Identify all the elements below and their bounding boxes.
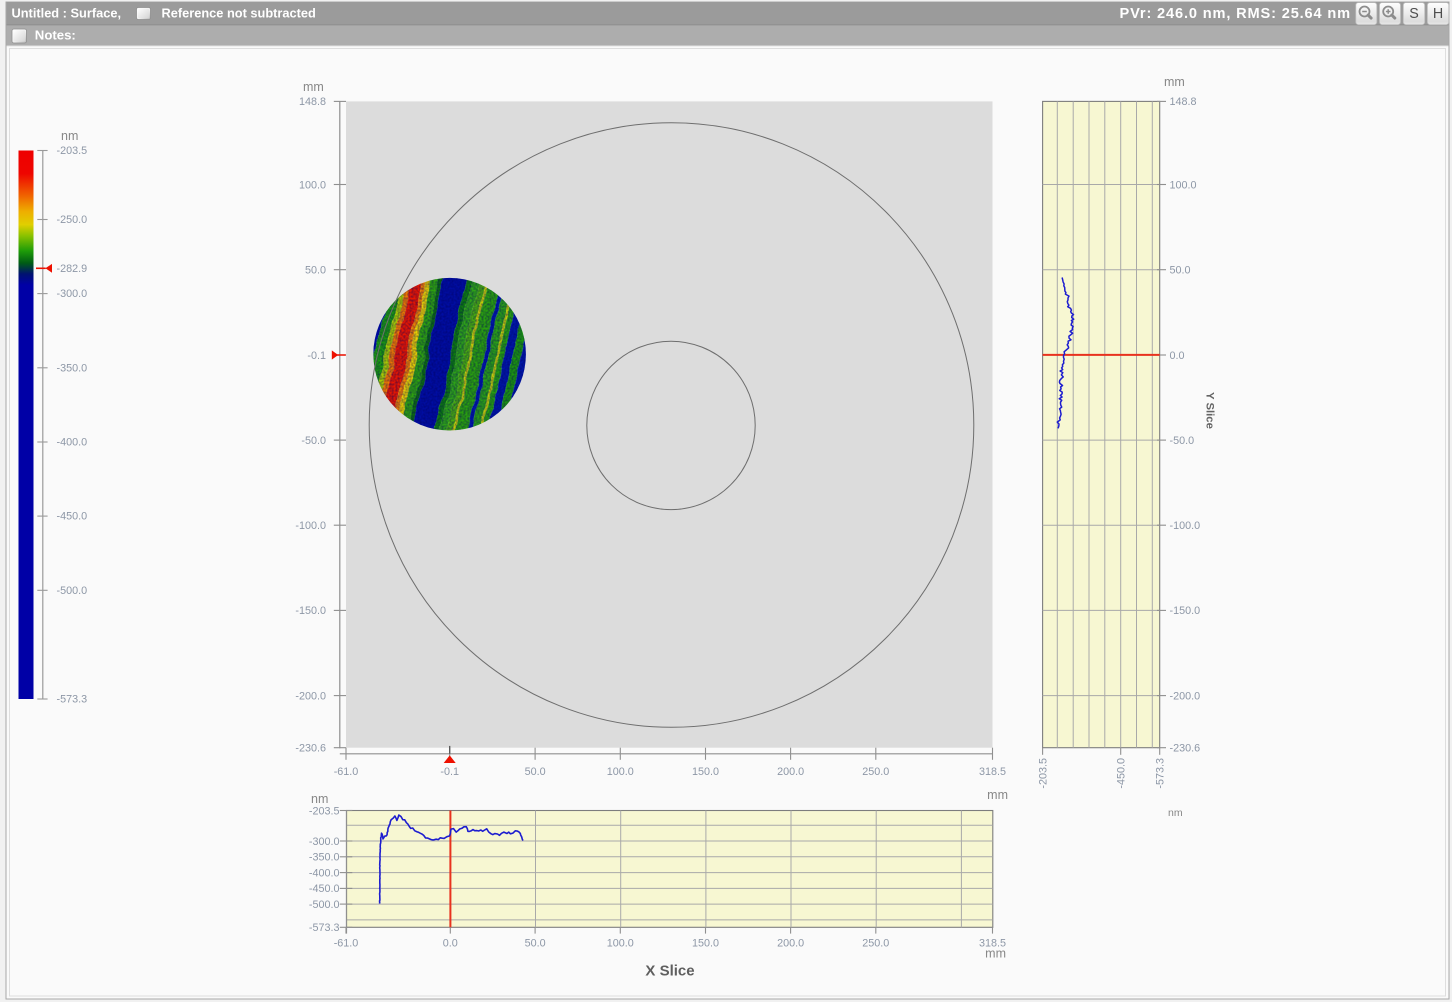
svg-text:-250.0: -250.0 (57, 214, 88, 226)
svg-text:100.0: 100.0 (1170, 179, 1197, 191)
svg-text:-573.3: -573.3 (309, 922, 340, 934)
svg-text:-100.0: -100.0 (295, 520, 326, 532)
svg-text:-0.1: -0.1 (307, 350, 326, 362)
svg-text:150.0: 150.0 (692, 766, 719, 778)
svg-text:S: S (1409, 6, 1419, 22)
svg-text:-61.0: -61.0 (334, 938, 359, 950)
svg-text:50.0: 50.0 (525, 938, 546, 950)
svg-text:0.0: 0.0 (1170, 350, 1185, 362)
svg-text:Notes:: Notes: (35, 27, 76, 42)
svg-text:0.0: 0.0 (443, 938, 458, 950)
svg-text:-150.0: -150.0 (295, 605, 326, 617)
svg-text:X Slice: X Slice (645, 963, 694, 980)
svg-text:-61.0: -61.0 (334, 766, 359, 778)
svg-text:nm: nm (311, 792, 328, 806)
svg-text:Untitled : Surface,: Untitled : Surface, (12, 5, 122, 20)
svg-text:-230.6: -230.6 (1170, 743, 1201, 755)
svg-text:-203.5: -203.5 (57, 145, 88, 157)
svg-text:250.0: 250.0 (862, 938, 889, 950)
svg-text:-300.0: -300.0 (309, 836, 340, 848)
svg-text:-400.0: -400.0 (57, 437, 88, 449)
svg-text:-350.0: -350.0 (309, 852, 340, 864)
svg-text:mm: mm (985, 947, 1006, 961)
svg-text:nm: nm (61, 129, 78, 143)
svg-text:50.0: 50.0 (305, 265, 326, 277)
svg-text:Reference not subtracted: Reference not subtracted (162, 6, 316, 21)
svg-text:-573.3: -573.3 (57, 694, 88, 706)
svg-text:-50.0: -50.0 (1170, 435, 1195, 447)
svg-text:-350.0: -350.0 (57, 362, 88, 374)
svg-text:mm: mm (987, 788, 1008, 802)
svg-text:mm: mm (303, 80, 324, 94)
svg-text:-282.9: -282.9 (57, 263, 88, 275)
svg-text:nm: nm (1168, 807, 1183, 819)
svg-text:H: H (1433, 6, 1443, 22)
svg-text:-450.0: -450.0 (57, 511, 88, 523)
svg-text:148.8: 148.8 (1170, 96, 1197, 108)
svg-text:PVr: 246.0 nm, RMS: 25.64 nm: PVr: 246.0 nm, RMS: 25.64 nm (1120, 6, 1351, 22)
svg-text:-400.0: -400.0 (309, 867, 340, 879)
svg-text:-200.0: -200.0 (295, 690, 326, 702)
svg-text:-200.0: -200.0 (1170, 690, 1201, 702)
svg-text:-573.3: -573.3 (1155, 758, 1167, 789)
svg-text:-50.0: -50.0 (301, 435, 326, 447)
svg-text:-230.6: -230.6 (295, 743, 326, 755)
svg-text:-450.0: -450.0 (1116, 758, 1128, 789)
svg-text:mm: mm (1164, 75, 1185, 89)
svg-text:-203.5: -203.5 (1037, 758, 1049, 789)
svg-text:Y Slice: Y Slice (1204, 392, 1216, 429)
svg-text:-300.0: -300.0 (57, 288, 88, 300)
svg-text:50.0: 50.0 (525, 766, 546, 778)
svg-text:50.0: 50.0 (1170, 265, 1191, 277)
svg-text:-500.0: -500.0 (57, 585, 88, 597)
svg-text:150.0: 150.0 (692, 938, 719, 950)
svg-text:-450.0: -450.0 (309, 883, 340, 895)
svg-text:-203.5: -203.5 (309, 805, 340, 817)
svg-text:-0.1: -0.1 (440, 766, 459, 778)
svg-text:250.0: 250.0 (862, 766, 889, 778)
svg-text:200.0: 200.0 (777, 766, 804, 778)
svg-text:-500.0: -500.0 (309, 899, 340, 911)
svg-text:100.0: 100.0 (299, 179, 326, 191)
svg-text:100.0: 100.0 (607, 766, 634, 778)
svg-text:148.8: 148.8 (299, 96, 326, 108)
svg-text:200.0: 200.0 (777, 938, 804, 950)
svg-text:-150.0: -150.0 (1170, 605, 1201, 617)
svg-text:100.0: 100.0 (607, 938, 634, 950)
svg-text:-100.0: -100.0 (1170, 520, 1201, 532)
svg-text:318.5: 318.5 (979, 766, 1006, 778)
